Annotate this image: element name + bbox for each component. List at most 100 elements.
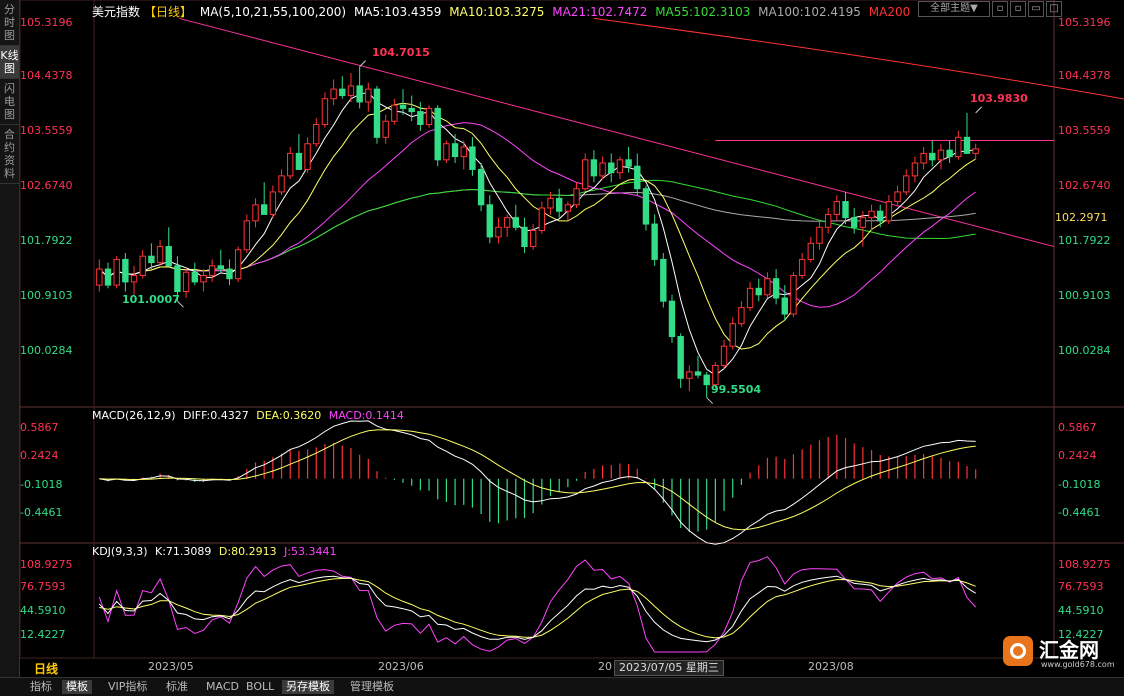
window-button-3[interactable]: ▭ <box>1028 1 1044 17</box>
candle-body <box>512 217 519 228</box>
candle-body <box>182 271 190 293</box>
candle-body <box>798 258 806 276</box>
ma10-label: MA10:103.3275 <box>449 5 545 19</box>
x-axis-period: 日线 <box>34 662 59 676</box>
crosshair-date-tooltip: 2023/07/05 星期三 <box>614 660 724 676</box>
ma-set-label: MA(5,10,21,55,100,200) <box>199 5 347 19</box>
kdj-legend: KDJ(9,3,3) K:71.3089 D:80.2913 J:53.3441 <box>92 545 341 558</box>
annotation-low-july: 99.5504 <box>711 383 762 396</box>
candle-body <box>729 323 736 347</box>
y-tick-left: 101.7922 <box>20 234 73 247</box>
candle-body <box>824 213 832 228</box>
candle-body <box>868 210 875 219</box>
candle-body <box>295 152 303 170</box>
tab-save-template[interactable]: 另存模板 <box>282 680 334 694</box>
candle-body <box>599 162 606 177</box>
candle-body <box>339 88 346 97</box>
ma21-label: MA21:102.7472 <box>552 5 648 19</box>
candle-body <box>347 85 355 97</box>
kdj-y-tick-left: 12.4227 <box>20 628 66 641</box>
candle-body <box>503 217 511 228</box>
candle-body <box>677 336 684 379</box>
candle-body <box>790 274 797 315</box>
candle-body <box>781 297 788 315</box>
candle-body <box>486 204 493 238</box>
annotation-low-may: 101.0007 <box>122 293 180 306</box>
main-legend: 美元指数 【日线】 MA(5,10,21,55,100,200) MA5:103.… <box>92 3 914 20</box>
candle-body <box>616 159 624 174</box>
candle-body <box>382 120 389 138</box>
annotation-high: 104.7015 <box>372 46 430 59</box>
candle-body <box>946 149 953 158</box>
kdj-title: KDJ(9,3,3) <box>92 545 148 558</box>
tab-template[interactable]: 模板 <box>62 680 92 694</box>
candle-body <box>833 201 841 215</box>
window-button-2[interactable]: ▫ <box>1010 1 1026 17</box>
theme-selector[interactable]: 全部主题▼ <box>918 1 990 17</box>
candle-body <box>304 143 311 170</box>
annotation-leader <box>975 106 983 114</box>
candle-body <box>261 204 268 215</box>
candle-body <box>903 175 910 193</box>
y-tick-left: 102.6740 <box>20 179 73 192</box>
ma55-line <box>98 179 976 278</box>
candle-body <box>113 258 120 286</box>
candle-body <box>625 159 632 167</box>
tab-macd[interactable]: MACD <box>202 680 243 694</box>
window-button-4[interactable]: □ <box>1046 1 1062 17</box>
candle-body <box>538 207 546 231</box>
x-axis-label: 2023/06 <box>378 660 424 673</box>
macd-title: MACD(26,12,9) <box>92 409 176 422</box>
candle-body <box>651 223 658 260</box>
candle-body <box>269 191 277 215</box>
macd-y-tick-left: 0.5867 <box>20 421 59 434</box>
y-tick-right: 102.6740 <box>1058 179 1111 192</box>
kdj-k-line <box>98 575 976 643</box>
ma55-label: MA55:102.3103 <box>655 5 751 19</box>
candle-body <box>174 265 181 293</box>
bottom-toolbar: 指标 模板 VIP指标 标准 MACD BOLL 另存模板 管理模板 <box>0 677 1124 696</box>
tab-indicator[interactable]: 指标 <box>26 680 56 694</box>
logo-name: 汇金网 <box>1039 638 1099 662</box>
ma100-label: MA100:102.4195 <box>758 5 861 19</box>
candle-body <box>451 143 459 158</box>
watermark-logo: 汇金网 www.gold678.com <box>1003 634 1118 674</box>
candle-body <box>234 249 242 280</box>
kdj-j-line <box>98 556 977 653</box>
macd-y-tick-left: -0.1018 <box>20 478 63 491</box>
kdj-y-tick-left: 108.9275 <box>20 558 73 571</box>
candle-body <box>330 88 337 100</box>
candle-body <box>764 278 771 296</box>
kdj-y-tick-left: 44.5910 <box>20 604 66 617</box>
candle-body <box>720 345 728 366</box>
ma5-line <box>98 91 976 376</box>
macd-dea: DEA:0.3620 <box>256 409 322 422</box>
candle-body <box>495 226 502 238</box>
candle-body <box>712 364 719 386</box>
tab-standard[interactable]: 标准 <box>162 680 192 694</box>
candle-body <box>642 188 650 225</box>
tab-vip-indicator[interactable]: VIP指标 <box>104 680 151 694</box>
candle-body <box>96 268 103 286</box>
candle-body <box>200 274 207 283</box>
y-tick-right: 101.7922 <box>1058 234 1111 247</box>
candle-body <box>937 149 945 161</box>
y-tick-left: 105.3196 <box>20 16 73 29</box>
macd-y-tick-left: 0.2424 <box>20 449 59 462</box>
candle-body <box>208 265 216 276</box>
candle-body <box>191 271 198 283</box>
y-tick-left: 100.0284 <box>20 344 73 357</box>
candle-body <box>252 204 259 222</box>
candle-body <box>356 85 363 103</box>
x-axis-label: 2023/05 <box>148 660 194 673</box>
chart-canvas[interactable] <box>0 0 1124 677</box>
trend-line-down <box>179 17 1055 248</box>
tab-boll[interactable]: BOLL <box>242 680 278 694</box>
macd-y-tick-right: 0.5867 <box>1058 421 1097 434</box>
ma200-label: MA200 <box>868 5 911 19</box>
candle-body <box>521 226 528 248</box>
macd-value: MACD:0.1414 <box>328 409 404 422</box>
tab-manage-template[interactable]: 管理模板 <box>346 680 398 694</box>
window-button-1[interactable]: ▫ <box>992 1 1008 17</box>
y-tick-right: 103.5559 <box>1058 124 1111 137</box>
